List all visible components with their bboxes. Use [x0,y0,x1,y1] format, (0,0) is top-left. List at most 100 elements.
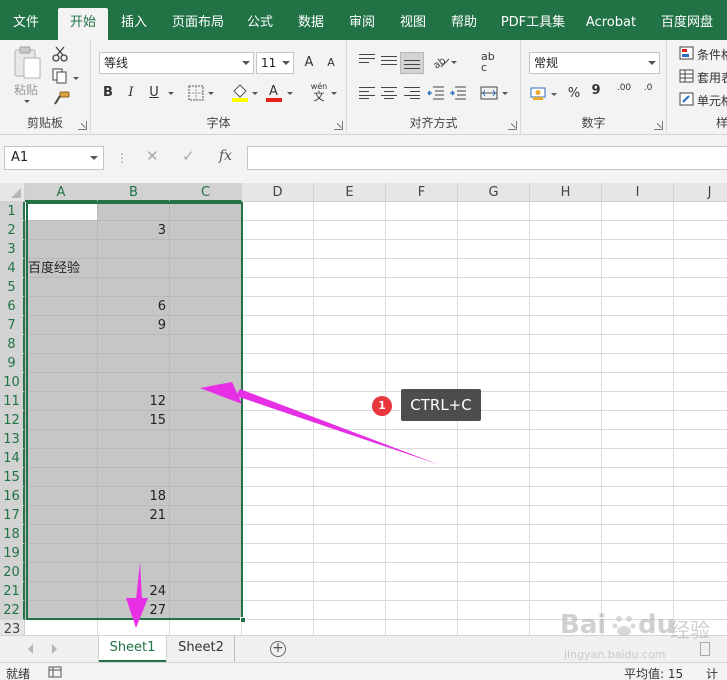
macro-record-icon[interactable] [48,666,62,678]
cell-i10[interactable] [602,373,674,392]
cell-a11[interactable] [25,392,98,411]
cell-h5[interactable] [530,278,602,297]
phonetic-dropdown-icon[interactable] [331,92,337,95]
cell-g23[interactable] [458,620,530,635]
cell-d12[interactable] [242,411,314,430]
cell-j3[interactable] [674,240,727,259]
cell-d22[interactable] [242,601,314,620]
cell-j12[interactable] [674,411,727,430]
row-header-16[interactable]: 16 [0,487,25,506]
cell-e14[interactable] [314,449,386,468]
row-header-9[interactable]: 9 [0,354,25,373]
cell-e2[interactable] [314,221,386,240]
cell-h15[interactable] [530,468,602,487]
cell-e5[interactable] [314,278,386,297]
cell-a7[interactable] [25,316,98,335]
fill-handle[interactable] [240,617,246,623]
cell-a1[interactable] [25,202,98,221]
cell-d4[interactable] [242,259,314,278]
cell-e10[interactable] [314,373,386,392]
row-header-18[interactable]: 18 [0,525,25,544]
cell-f22[interactable] [386,601,458,620]
column-header-d[interactable]: D [242,183,314,202]
cell-a19[interactable] [25,544,98,563]
row-header-20[interactable]: 20 [0,563,25,582]
cell-i5[interactable] [602,278,674,297]
cell-d11[interactable] [242,392,314,411]
number-launcher-icon[interactable] [654,121,663,130]
shrink-font-button[interactable]: A [320,52,342,74]
cell-d17[interactable] [242,506,314,525]
cell-d10[interactable] [242,373,314,392]
cell-g2[interactable] [458,221,530,240]
tab-home[interactable]: 开始 [58,8,108,40]
cell-i19[interactable] [602,544,674,563]
cell-a3[interactable] [25,240,98,259]
row-header-14[interactable]: 14 [0,449,25,468]
cell-f14[interactable] [386,449,458,468]
column-header-f[interactable]: F [386,183,458,202]
cell-b2[interactable]: 3 [98,221,170,240]
grow-font-button[interactable]: A [298,52,320,74]
cell-a22[interactable] [25,601,98,620]
copy-dropdown-icon[interactable] [73,77,79,80]
cell-d13[interactable] [242,430,314,449]
tab-help[interactable]: 帮助 [442,8,486,40]
cell-g14[interactable] [458,449,530,468]
align-center-icon[interactable] [381,87,397,99]
cell-a16[interactable] [25,487,98,506]
cell-i11[interactable] [602,392,674,411]
row-header-12[interactable]: 12 [0,411,25,430]
percent-style-button[interactable]: % [563,83,585,105]
cell-b14[interactable] [98,449,170,468]
row-header-11[interactable]: 11 [0,392,25,411]
row-header-23[interactable]: 23 [0,620,25,635]
column-header-j[interactable]: J [674,183,727,202]
cell-g9[interactable] [458,354,530,373]
merge-dropdown-icon[interactable] [502,92,508,95]
underline-button[interactable]: U [143,82,165,104]
align-bottom-button[interactable] [400,52,424,74]
cell-i21[interactable] [602,582,674,601]
comma-style-button[interactable]: 9 [585,80,607,102]
cell-e1[interactable] [314,202,386,221]
column-header-a[interactable]: A [25,183,98,202]
cell-b11[interactable]: 12 [98,392,170,411]
cell-b19[interactable] [98,544,170,563]
cell-c17[interactable] [170,506,242,525]
tab-formulas[interactable]: 公式 [238,8,282,40]
tab-pdf-tools[interactable]: PDF工具集 [494,8,572,40]
cell-f3[interactable] [386,240,458,259]
cell-d16[interactable] [242,487,314,506]
cell-b4[interactable] [98,259,170,278]
cell-g21[interactable] [458,582,530,601]
formula-bar-grip[interactable]: ⋮ [116,151,128,165]
cell-i4[interactable] [602,259,674,278]
tab-review[interactable]: 审阅 [340,8,384,40]
cell-f8[interactable] [386,335,458,354]
worksheet-grid[interactable]: A B C D E F G H I J 1 2 3 3 4 百度经验 5 6 6 7 9 8 9 10 11 12 12 15 13 14… [0,183,727,635]
cell-d21[interactable] [242,582,314,601]
fill-color-dropdown-icon[interactable] [252,92,258,95]
cell-b21[interactable]: 24 [98,582,170,601]
formula-input[interactable] [247,146,727,170]
cell-h21[interactable] [530,582,602,601]
cell-d6[interactable] [242,297,314,316]
cell-a20[interactable] [25,563,98,582]
cell-i20[interactable] [602,563,674,582]
cell-j9[interactable] [674,354,727,373]
cell-c19[interactable] [170,544,242,563]
cell-c3[interactable] [170,240,242,259]
cell-b23[interactable] [98,620,170,635]
cell-e20[interactable] [314,563,386,582]
cell-j18[interactable] [674,525,727,544]
tab-data[interactable]: 数据 [289,8,333,40]
cell-d7[interactable] [242,316,314,335]
cell-e22[interactable] [314,601,386,620]
cell-g15[interactable] [458,468,530,487]
cell-a18[interactable] [25,525,98,544]
cell-b17[interactable]: 21 [98,506,170,525]
increase-decimal-button[interactable]: .00 [613,83,635,105]
cell-i16[interactable] [602,487,674,506]
cell-d2[interactable] [242,221,314,240]
